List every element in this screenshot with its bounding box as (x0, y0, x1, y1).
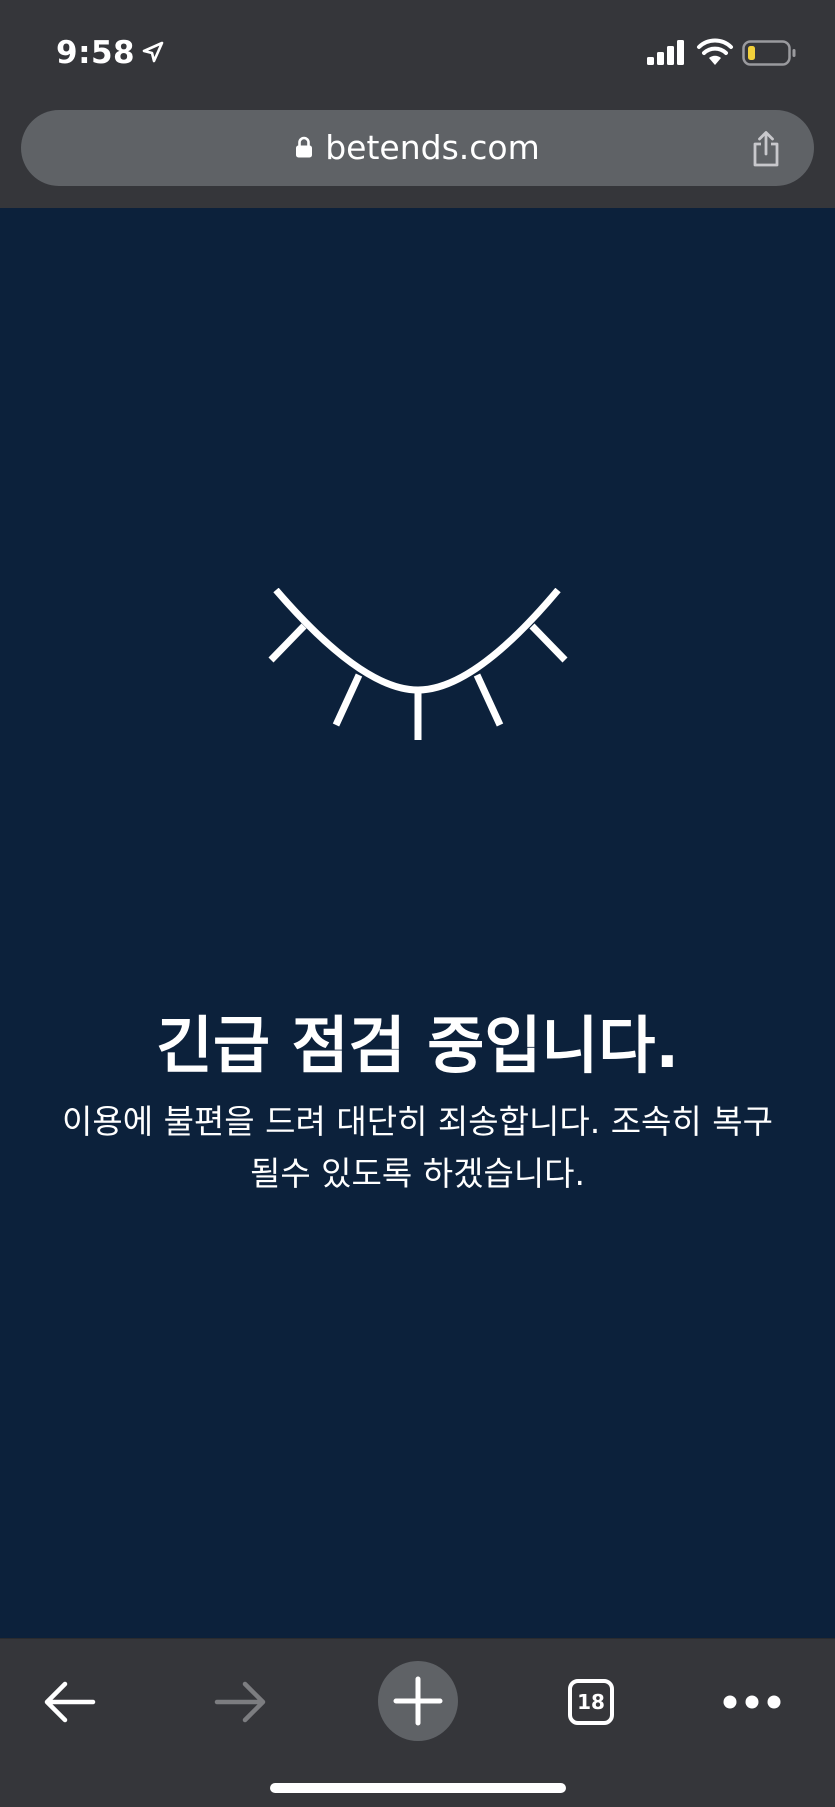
home-indicator[interactable] (270, 1783, 566, 1793)
location-arrow-icon (142, 41, 164, 63)
closed-eye-icon (268, 588, 568, 740)
back-button[interactable] (36, 1669, 102, 1735)
arrow-left-icon (44, 1681, 96, 1723)
tab-switcher-button[interactable]: 18 (556, 1667, 626, 1737)
arrow-right-icon (214, 1681, 266, 1723)
message-line-2: 될수 있도록 하겠습니다. (249, 1154, 586, 1193)
address-bar-content: betends.com (21, 110, 814, 186)
share-icon[interactable] (750, 130, 782, 168)
plus-icon (393, 1676, 443, 1726)
more-menu-button[interactable] (712, 1669, 792, 1735)
wifi-icon (697, 38, 733, 65)
maintenance-message: 이용에 불편을 드려 대단히 죄송합니다. 조속히 복구 될수 있도록 하겠습니… (0, 1096, 835, 1200)
status-bar: 9:58 (0, 0, 835, 100)
status-time: 9:58 (56, 35, 136, 71)
message-line-1: 이용에 불편을 드려 대단히 죄송합니다. 조속히 복구 (62, 1102, 773, 1141)
address-bar[interactable]: betends.com (21, 110, 814, 186)
url-text: betends.com (325, 128, 540, 167)
maintenance-page: 긴급 점검 중입니다. 이용에 불편을 드려 대단히 죄송합니다. 조속히 복구… (0, 208, 835, 1638)
page-title: 긴급 점검 중입니다. (155, 1009, 680, 1082)
new-tab-button[interactable] (378, 1661, 458, 1741)
lock-icon (296, 136, 313, 158)
battery-icon (742, 40, 796, 66)
forward-button[interactable] (208, 1669, 274, 1735)
bottom-toolbar: 18 (0, 1638, 835, 1807)
cellular-signal-icon (647, 40, 684, 65)
screen: 9:58 betends.com 긴급 점검 중입니다. 이용에 불편을 드려 … (0, 0, 835, 1807)
tab-count-badge: 18 (568, 1679, 614, 1725)
ellipsis-icon (723, 1695, 781, 1709)
address-bar-area: betends.com (0, 100, 835, 208)
